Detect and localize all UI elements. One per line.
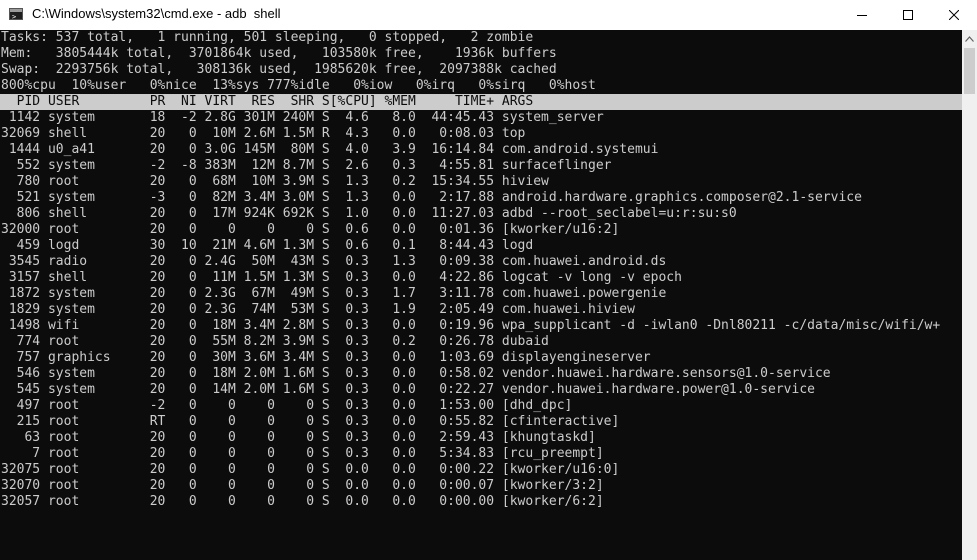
process-row: 1829 system 20 0 2.3G 74M 53M S 0.3 1.9 … xyxy=(1,302,635,317)
scrollbar-thumb[interactable] xyxy=(964,48,975,94)
vertical-scrollbar[interactable] xyxy=(962,30,977,560)
process-row: 459 logd 30 10 21M 4.6M 1.3M S 0.6 0.1 8… xyxy=(1,238,534,253)
process-row: 3545 radio 20 0 2.4G 50M 43M S 0.3 1.3 0… xyxy=(1,254,667,269)
process-row: 32000 root 20 0 0 0 0 S 0.6 0.0 0:01.36 … xyxy=(1,222,620,237)
process-row: 1498 wifi 20 0 18M 3.4M 2.8M S 0.3 0.0 0… xyxy=(1,318,941,333)
minimize-icon xyxy=(857,15,867,16)
minimize-button[interactable] xyxy=(839,0,885,30)
console-output[interactable]: Tasks: 537 total, 1 running, 501 sleepin… xyxy=(0,30,962,560)
window-title: C:\Windows\system32\cmd.exe - adb shell xyxy=(32,6,281,21)
summary-cpu: 800%cpu 10%user 0%nice 13%sys 777%idle 0… xyxy=(1,78,596,93)
process-row: 32069 shell 20 0 10M 2.6M 1.5M R 4.3 0.0… xyxy=(1,126,526,141)
process-row: 1872 system 20 0 2.3G 67M 49M S 0.3 1.7 … xyxy=(1,286,667,301)
close-icon xyxy=(949,10,959,20)
process-row: 3157 shell 20 0 11M 1.5M 1.3M S 0.3 0.0 … xyxy=(1,270,682,285)
title-bar[interactable]: >_ C:\Windows\system32\cmd.exe - adb she… xyxy=(0,0,977,30)
process-row: 521 system -3 0 82M 3.4M 3.0M S 1.3 0.0 … xyxy=(1,190,862,205)
process-row: 63 root 20 0 0 0 0 S 0.3 0.0 2:59.43 [kh… xyxy=(1,430,596,445)
process-row: 497 root -2 0 0 0 0 S 0.3 0.0 1:53.00 [d… xyxy=(1,398,573,413)
process-row: 32057 root 20 0 0 0 0 S 0.0 0.0 0:00.00 … xyxy=(1,494,604,509)
process-row: 1142 system 18 -2 2.8G 301M 240M S 4.6 8… xyxy=(1,110,604,125)
process-row: 546 system 20 0 18M 2.0M 1.6M S 0.3 0.0 … xyxy=(1,366,831,381)
process-row: 757 graphics 20 0 30M 3.6M 3.4M S 0.3 0.… xyxy=(1,350,651,365)
process-row: 32075 root 20 0 0 0 0 S 0.0 0.0 0:00.22 … xyxy=(1,462,620,477)
summary-tasks: Tasks: 537 total, 1 running, 501 sleepin… xyxy=(1,30,534,45)
cmd-console-icon[interactable]: >_ xyxy=(9,8,23,21)
console-window: >_ C:\Windows\system32\cmd.exe - adb she… xyxy=(0,0,977,560)
process-row: 780 root 20 0 68M 10M 3.9M S 1.3 0.2 15:… xyxy=(1,174,549,189)
chevron-up-icon xyxy=(965,35,974,42)
process-row: 774 root 20 0 55M 8.2M 3.9M S 0.3 0.2 0:… xyxy=(1,334,549,349)
maximize-icon xyxy=(903,10,913,20)
scroll-up-button[interactable] xyxy=(962,30,977,47)
process-row: 7 root 20 0 0 0 0 S 0.3 0.0 5:34.83 [rcu… xyxy=(1,446,604,461)
maximize-button[interactable] xyxy=(885,0,931,30)
process-row: 806 shell 20 0 17M 924K 692K S 1.0 0.0 1… xyxy=(1,206,737,221)
process-row: 1444 u0_a41 20 0 3.0G 145M 80M S 4.0 3.9… xyxy=(1,142,659,157)
summary-mem: Mem: 3805444k total, 3701864k used, 1035… xyxy=(1,46,557,61)
close-button[interactable] xyxy=(931,0,977,30)
summary-swap: Swap: 2293756k total, 308136k used, 1985… xyxy=(1,62,557,77)
process-row: 552 system -2 -8 383M 12M 8.7M S 2.6 0.3… xyxy=(1,158,612,173)
process-row: 215 root RT 0 0 0 0 S 0.3 0.0 0:55.82 [c… xyxy=(1,414,620,429)
process-row: 32070 root 20 0 0 0 0 S 0.0 0.0 0:00.07 … xyxy=(1,478,604,493)
process-row: 545 system 20 0 14M 2.0M 1.6M S 0.3 0.0 … xyxy=(1,382,815,397)
table-header: PID USER PR NI VIRT RES SHR S[%CPU] %MEM… xyxy=(0,94,962,110)
